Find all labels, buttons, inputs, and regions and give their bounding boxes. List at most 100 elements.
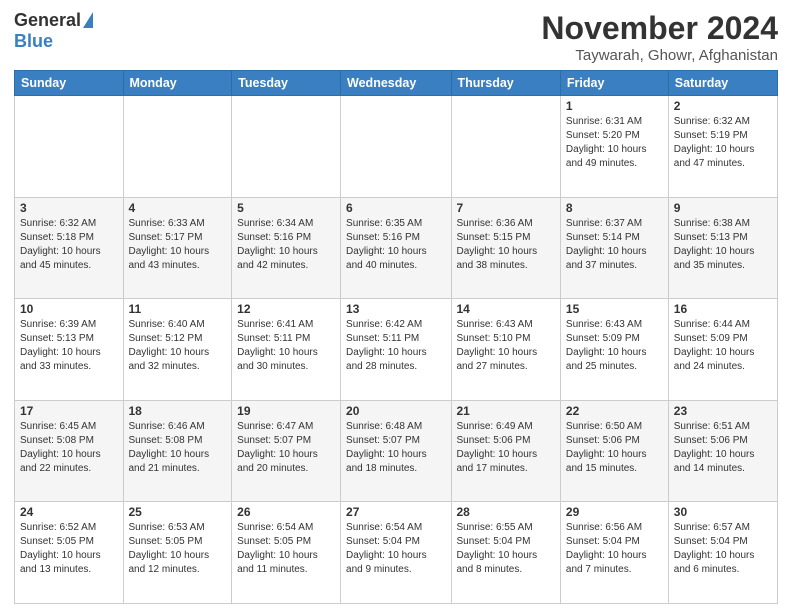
day-cell: 14 Sunrise: 6:43 AM Sunset: 5:10 PM Dayli… (451, 299, 560, 401)
day-cell: 15Sunrise: 6:43 AM Sunset: 5:09 PM Dayli… (560, 299, 668, 401)
day-cell: 11Sunrise: 6:40 AM Sunset: 5:12 PM Dayli… (123, 299, 232, 401)
day-number: 21 (457, 404, 555, 418)
day-number: 26 (237, 505, 335, 519)
day-cell (451, 96, 560, 198)
day-cell (232, 96, 341, 198)
day-info: Sunrise: 6:49 AM Sunset: 5:06 PM Dayligh… (457, 421, 538, 474)
subtitle: Taywarah, Ghowr, Afghanistan (541, 47, 778, 64)
day-cell: 26Sunrise: 6:54 AM Sunset: 5:05 PM Dayli… (232, 502, 341, 604)
day-number: 16 (674, 302, 772, 316)
day-number: 1 (566, 99, 663, 113)
page: General Blue November 2024 Taywarah, Gho… (0, 0, 792, 612)
week-row-3: 10 Sunrise: 6:39 AM Sunset: 5:13 PM Dayli… (15, 299, 778, 401)
logo-area: General Blue (14, 10, 93, 52)
title-area: November 2024 Taywarah, Ghowr, Afghanist… (541, 10, 778, 64)
day-number: 18 (129, 404, 227, 418)
day-info: Sunrise: 6:38 AM Sunset: 5:13 PM Dayligh… (674, 218, 755, 271)
day-number: 7 (457, 201, 555, 215)
day-cell: 9 Sunrise: 6:38 AM Sunset: 5:13 PM Daylig… (668, 197, 777, 299)
day-number: 11 (129, 302, 227, 316)
day-info: Sunrise: 6:37 AM Sunset: 5:14 PM Dayligh… (566, 218, 647, 271)
day-info: Sunrise: 6:53 AM Sunset: 5:05 PM Dayligh… (129, 522, 210, 575)
day-cell: 3 Sunrise: 6:32 AM Sunset: 5:18 PM Daylig… (15, 197, 124, 299)
day-info: Sunrise: 6:54 AM Sunset: 5:04 PM Dayligh… (346, 522, 427, 575)
day-number: 23 (674, 404, 772, 418)
day-number: 8 (566, 201, 663, 215)
day-number: 3 (20, 201, 118, 215)
logo-general-text: General (14, 10, 81, 31)
day-number: 13 (346, 302, 445, 316)
main-title: November 2024 (541, 10, 778, 47)
day-info: Sunrise: 6:39 AM Sunset: 5:13 PM Dayligh… (20, 319, 101, 372)
column-header-monday: Monday (123, 71, 232, 96)
column-header-friday: Friday (560, 71, 668, 96)
day-info: Sunrise: 6:56 AM Sunset: 5:04 PM Dayligh… (566, 522, 647, 575)
day-info: Sunrise: 6:33 AM Sunset: 5:17 PM Dayligh… (129, 218, 210, 271)
column-header-thursday: Thursday (451, 71, 560, 96)
day-info: Sunrise: 6:52 AM Sunset: 5:05 PM Dayligh… (20, 522, 101, 575)
day-number: 19 (237, 404, 335, 418)
day-cell: 29 Sunrise: 6:56 AM Sunset: 5:04 PM Dayli… (560, 502, 668, 604)
day-cell (341, 96, 451, 198)
day-number: 14 (457, 302, 555, 316)
day-info: Sunrise: 6:43 AM Sunset: 5:10 PM Dayligh… (457, 319, 538, 372)
day-number: 4 (129, 201, 227, 215)
day-number: 24 (20, 505, 118, 519)
column-header-sunday: Sunday (15, 71, 124, 96)
day-number: 20 (346, 404, 445, 418)
logo-triangle-icon (83, 12, 93, 28)
day-cell: 12Sunrise: 6:41 AM Sunset: 5:11 PM Dayli… (232, 299, 341, 401)
column-header-saturday: Saturday (668, 71, 777, 96)
day-info: Sunrise: 6:36 AM Sunset: 5:15 PM Dayligh… (457, 218, 538, 271)
column-header-wednesday: Wednesday (341, 71, 451, 96)
day-number: 9 (674, 201, 772, 215)
day-info: Sunrise: 6:35 AM Sunset: 5:16 PM Dayligh… (346, 218, 427, 271)
day-info: Sunrise: 6:48 AM Sunset: 5:07 PM Dayligh… (346, 421, 427, 474)
day-number: 30 (674, 505, 772, 519)
day-number: 22 (566, 404, 663, 418)
day-cell: 19 Sunrise: 6:47 AM Sunset: 5:07 PM Dayli… (232, 400, 341, 502)
day-number: 10 (20, 302, 118, 316)
day-info: Sunrise: 6:51 AM Sunset: 5:06 PM Dayligh… (674, 421, 755, 474)
logo-blue-text: Blue (14, 31, 53, 52)
day-number: 15 (566, 302, 663, 316)
day-cell: 17 Sunrise: 6:45 AM Sunset: 5:08 PM Dayli… (15, 400, 124, 502)
day-cell: 21 Sunrise: 6:49 AM Sunset: 5:06 PM Dayli… (451, 400, 560, 502)
column-header-tuesday: Tuesday (232, 71, 341, 96)
day-cell: 18 Sunrise: 6:46 AM Sunset: 5:08 PM Dayli… (123, 400, 232, 502)
day-cell: 30 Sunrise: 6:57 AM Sunset: 5:04 PM Dayli… (668, 502, 777, 604)
day-info: Sunrise: 6:44 AM Sunset: 5:09 PM Dayligh… (674, 319, 755, 372)
day-cell: 5 Sunrise: 6:34 AM Sunset: 5:16 PM Daylig… (232, 197, 341, 299)
day-info: Sunrise: 6:32 AM Sunset: 5:19 PM Dayligh… (674, 116, 755, 169)
day-cell: 16 Sunrise: 6:44 AM Sunset: 5:09 PM Dayli… (668, 299, 777, 401)
day-cell: 20 Sunrise: 6:48 AM Sunset: 5:07 PM Dayli… (341, 400, 451, 502)
calendar-header-row: SundayMondayTuesdayWednesdayThursdayFrid… (15, 71, 778, 96)
week-row-1: 1 Sunrise: 6:31 AM Sunset: 5:20 PM Daylig… (15, 96, 778, 198)
week-row-5: 24 Sunrise: 6:52 AM Sunset: 5:05 PM Dayli… (15, 502, 778, 604)
day-cell: 4 Sunrise: 6:33 AM Sunset: 5:17 PM Daylig… (123, 197, 232, 299)
day-cell: 7 Sunrise: 6:36 AM Sunset: 5:15 PM Daylig… (451, 197, 560, 299)
day-number: 2 (674, 99, 772, 113)
day-info: Sunrise: 6:32 AM Sunset: 5:18 PM Dayligh… (20, 218, 101, 271)
day-number: 27 (346, 505, 445, 519)
day-cell: 23 Sunrise: 6:51 AM Sunset: 5:06 PM Dayli… (668, 400, 777, 502)
day-cell (123, 96, 232, 198)
day-cell: 10 Sunrise: 6:39 AM Sunset: 5:13 PM Dayli… (15, 299, 124, 401)
day-info: Sunrise: 6:31 AM Sunset: 5:20 PM Dayligh… (566, 116, 647, 169)
day-info: Sunrise: 6:47 AM Sunset: 5:07 PM Dayligh… (237, 421, 318, 474)
logo: General (14, 10, 93, 31)
day-info: Sunrise: 6:42 AM Sunset: 5:11 PM Dayligh… (346, 319, 427, 372)
day-info: Sunrise: 6:34 AM Sunset: 5:16 PM Dayligh… (237, 218, 318, 271)
day-cell: 13 Sunrise: 6:42 AM Sunset: 5:11 PM Dayli… (341, 299, 451, 401)
header: General Blue November 2024 Taywarah, Gho… (14, 10, 778, 64)
day-cell: 28Sunrise: 6:55 AM Sunset: 5:04 PM Dayli… (451, 502, 560, 604)
day-info: Sunrise: 6:45 AM Sunset: 5:08 PM Dayligh… (20, 421, 101, 474)
calendar: SundayMondayTuesdayWednesdayThursdayFrid… (14, 70, 778, 604)
day-info: Sunrise: 6:46 AM Sunset: 5:08 PM Dayligh… (129, 421, 210, 474)
day-number: 29 (566, 505, 663, 519)
day-number: 17 (20, 404, 118, 418)
day-cell: 1 Sunrise: 6:31 AM Sunset: 5:20 PM Daylig… (560, 96, 668, 198)
day-number: 5 (237, 201, 335, 215)
day-info: Sunrise: 6:57 AM Sunset: 5:04 PM Dayligh… (674, 522, 755, 575)
day-cell: 6Sunrise: 6:35 AM Sunset: 5:16 PM Daylig… (341, 197, 451, 299)
